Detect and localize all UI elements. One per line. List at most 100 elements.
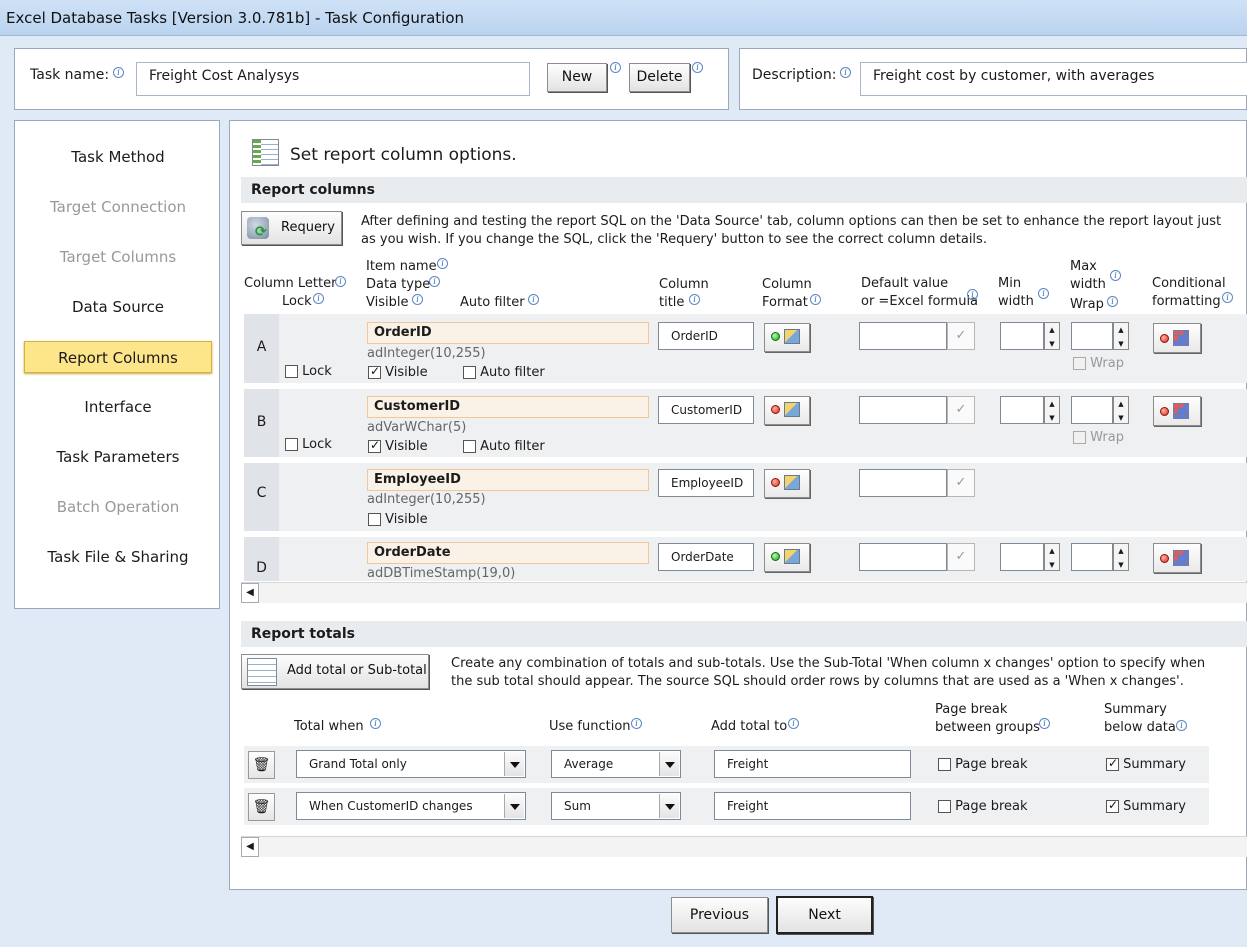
sidebar-item-target-connection[interactable]: Target Connection bbox=[24, 191, 212, 223]
new-button[interactable]: New bbox=[547, 63, 607, 92]
description-input[interactable]: Freight cost by customer, with averages bbox=[860, 62, 1247, 96]
min-width-spinner[interactable]: ▲ ▼ bbox=[1044, 396, 1060, 424]
column-letter-info-icon[interactable]: i bbox=[335, 276, 346, 287]
auto-filter-info-icon[interactable]: i bbox=[528, 294, 539, 305]
sidebar-item-batch-operation[interactable]: Batch Operation bbox=[24, 491, 212, 523]
min-width-input[interactable] bbox=[1000, 322, 1044, 350]
default-value-input[interactable] bbox=[859, 469, 947, 497]
max-width-input[interactable] bbox=[1071, 322, 1113, 350]
trash-icon[interactable]: 🗑 bbox=[248, 751, 275, 779]
new-info-icon[interactable]: i bbox=[610, 62, 621, 73]
column-format-button[interactable] bbox=[764, 323, 810, 352]
lock-checkbox[interactable]: Lock bbox=[285, 437, 332, 452]
visible-info-icon[interactable]: i bbox=[412, 294, 423, 305]
use-function-info-icon[interactable]: i bbox=[631, 718, 642, 729]
add-total-to-input[interactable]: Freight bbox=[714, 750, 911, 778]
chevron-down-icon[interactable] bbox=[504, 794, 524, 818]
task-name-input[interactable]: Freight Cost Analysys bbox=[136, 62, 530, 96]
sidebar-item-report-columns[interactable]: Report Columns bbox=[24, 341, 212, 373]
summary-checkbox[interactable]: Summary bbox=[1106, 798, 1186, 814]
column-format-button[interactable] bbox=[764, 543, 810, 572]
auto-filter-checkbox[interactable]: Auto filter bbox=[463, 365, 545, 380]
conditional-info-icon[interactable]: i bbox=[1222, 292, 1233, 303]
column-title-input[interactable]: OrderDate bbox=[658, 543, 754, 571]
task-name-info-icon[interactable]: i bbox=[113, 67, 124, 78]
max-width-spinner[interactable]: ▲ ▼ bbox=[1113, 396, 1129, 424]
min-width-input[interactable] bbox=[1000, 543, 1044, 571]
lock-checkbox[interactable]: Lock bbox=[285, 364, 332, 379]
max-width-input[interactable] bbox=[1071, 543, 1113, 571]
visible-checkbox[interactable]: Visible bbox=[368, 438, 428, 454]
column-format-button[interactable] bbox=[764, 469, 810, 498]
sidebar-item-data-source[interactable]: Data Source bbox=[24, 291, 212, 323]
max-width-spinner[interactable]: ▲ ▼ bbox=[1113, 322, 1129, 350]
auto-filter-checkbox[interactable]: Auto filter bbox=[463, 439, 545, 454]
default-value-check-button[interactable]: ✓ bbox=[947, 469, 975, 497]
min-width-input[interactable] bbox=[1000, 396, 1044, 424]
default-value-check-button[interactable]: ✓ bbox=[947, 322, 975, 350]
item-name-info-icon[interactable]: i bbox=[437, 258, 448, 269]
delete-info-icon[interactable]: i bbox=[692, 62, 703, 73]
default-value-check-button[interactable]: ✓ bbox=[947, 543, 975, 571]
total-when-dropdown[interactable]: Grand Total only bbox=[296, 750, 526, 778]
sidebar-item-target-columns[interactable]: Target Columns bbox=[24, 241, 212, 273]
max-width-spinner[interactable]: ▲ ▼ bbox=[1113, 543, 1129, 571]
columns-horizontal-scrollbar[interactable]: ◀ bbox=[241, 582, 1247, 603]
visible-checkbox[interactable]: Visible bbox=[368, 364, 428, 380]
default-value-check-button[interactable]: ✓ bbox=[947, 396, 975, 424]
delete-button[interactable]: Delete bbox=[629, 63, 690, 92]
sidebar-item-task-parameters[interactable]: Task Parameters bbox=[24, 441, 212, 473]
add-total-to-input[interactable]: Freight bbox=[714, 792, 911, 820]
conditional-format-button[interactable] bbox=[1153, 323, 1201, 353]
page-break-info-icon[interactable]: i bbox=[1039, 718, 1050, 729]
column-format-info-icon[interactable]: i bbox=[810, 294, 821, 305]
requery-button[interactable]: ⟳ Requery bbox=[241, 211, 342, 245]
total-when-info-icon[interactable]: i bbox=[370, 718, 381, 729]
add-total-button[interactable]: Add total or Sub-total bbox=[241, 654, 429, 689]
add-total-to-info-icon[interactable]: i bbox=[788, 718, 799, 729]
column-title-input[interactable]: CustomerID bbox=[658, 396, 754, 424]
total-when-dropdown[interactable]: When CustomerID changes bbox=[296, 792, 526, 820]
chevron-down-icon[interactable] bbox=[659, 794, 679, 818]
column-format-button[interactable] bbox=[764, 396, 810, 425]
max-width-info-icon[interactable]: i bbox=[1110, 270, 1121, 281]
wrap-checkbox[interactable]: Wrap bbox=[1073, 356, 1124, 371]
totals-horizontal-scrollbar[interactable]: ◀ bbox=[241, 836, 1247, 857]
chevron-down-icon[interactable] bbox=[659, 752, 679, 776]
default-value-input[interactable] bbox=[859, 543, 947, 571]
sidebar-item-task-file-sharing[interactable]: Task File & Sharing bbox=[24, 541, 212, 573]
use-function-value: Average bbox=[564, 757, 614, 771]
column-title-input[interactable]: EmployeeID bbox=[658, 469, 754, 497]
lock-info-icon[interactable]: i bbox=[313, 293, 324, 304]
min-width-info-icon[interactable]: i bbox=[1038, 288, 1049, 299]
next-button[interactable]: Next bbox=[776, 896, 873, 934]
conditional-format-button[interactable] bbox=[1153, 543, 1201, 573]
summary-checkbox[interactable]: Summary bbox=[1106, 756, 1186, 772]
wrap-info-icon[interactable]: i bbox=[1107, 296, 1118, 307]
max-width-input[interactable] bbox=[1071, 396, 1113, 424]
page-break-checkbox[interactable]: Page break bbox=[938, 757, 1028, 772]
previous-button[interactable]: Previous bbox=[671, 897, 768, 933]
min-width-spinner[interactable]: ▲ ▼ bbox=[1044, 543, 1060, 571]
description-info-icon[interactable]: i bbox=[840, 67, 851, 78]
summary-info-icon[interactable]: i bbox=[1176, 720, 1187, 731]
scroll-left-icon[interactable]: ◀ bbox=[241, 583, 259, 603]
min-width-spinner[interactable]: ▲ ▼ bbox=[1044, 322, 1060, 350]
sidebar-item-task-method[interactable]: Task Method bbox=[24, 141, 212, 173]
visible-checkbox[interactable]: Visible bbox=[368, 512, 428, 527]
conditional-format-button[interactable] bbox=[1153, 396, 1201, 426]
trash-icon[interactable]: 🗑 bbox=[248, 793, 275, 821]
default-value-input[interactable] bbox=[859, 322, 947, 350]
wrap-checkbox[interactable]: Wrap bbox=[1073, 430, 1124, 445]
use-function-dropdown[interactable]: Sum bbox=[551, 792, 681, 820]
use-function-dropdown[interactable]: Average bbox=[551, 750, 681, 778]
data-type-info-icon[interactable]: i bbox=[429, 276, 440, 287]
chevron-down-icon[interactable] bbox=[504, 752, 524, 776]
default-value-info-icon[interactable]: i bbox=[967, 289, 978, 300]
page-break-checkbox[interactable]: Page break bbox=[938, 799, 1028, 814]
column-title-input[interactable]: OrderID bbox=[658, 322, 754, 350]
sidebar-item-interface[interactable]: Interface bbox=[24, 391, 212, 423]
scroll-left-icon[interactable]: ◀ bbox=[241, 837, 259, 857]
column-title-info-icon[interactable]: i bbox=[689, 294, 700, 305]
default-value-input[interactable] bbox=[859, 396, 947, 424]
